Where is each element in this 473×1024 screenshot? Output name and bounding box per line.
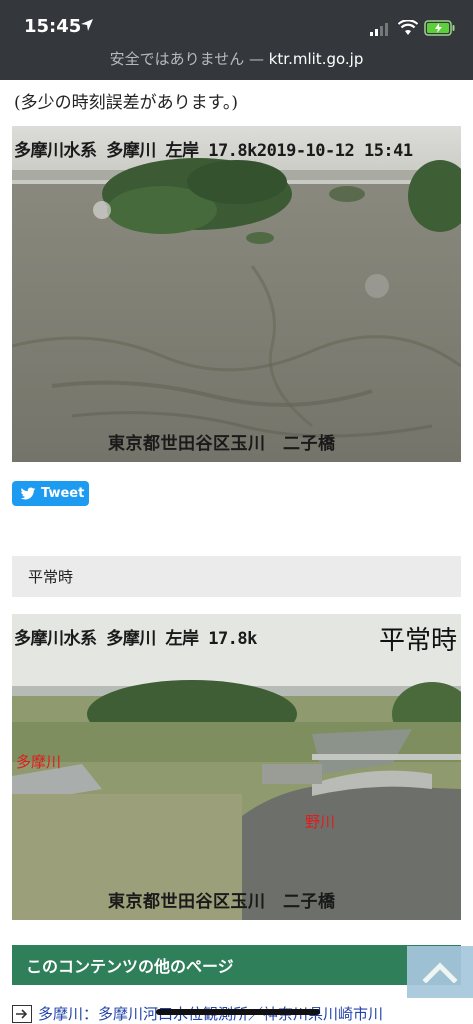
location-arrow-icon	[81, 19, 93, 31]
signal-icon	[370, 23, 388, 36]
wifi-icon	[398, 20, 418, 35]
browser-top-bar: 15:45 安全ではありません — ktr.mlit.go.jp	[0, 0, 473, 80]
camera-location-text: 東京都世田谷区玉川 二子橋	[108, 434, 336, 454]
tamagawa-label: 多摩川	[16, 753, 62, 771]
normal-scene	[12, 614, 461, 920]
chevron-up-icon	[422, 962, 458, 983]
security-warning: 安全ではありません —	[109, 50, 269, 68]
camera-location-text: 東京都世田谷区玉川 二子橋	[108, 892, 336, 912]
twitter-bird-icon	[20, 487, 36, 499]
normal-section-heading: 平常時	[12, 556, 461, 597]
live-camera-image: 多摩川水系 多摩川 左岸 17.8k2019-10-12 15:41 東京都世田…	[12, 126, 461, 462]
normal-camera-image: 多摩川水系 多摩川 左岸 17.8k 平常時 多摩川 野川 東京都世田谷区玉川 …	[12, 614, 461, 920]
home-indicator	[156, 1009, 320, 1015]
normal-tag: 平常時	[378, 626, 457, 656]
address-bar[interactable]: 安全ではありません — ktr.mlit.go.jp	[0, 48, 473, 69]
tweet-label: Tweet	[41, 486, 85, 501]
url-host: ktr.mlit.go.jp	[268, 50, 364, 68]
scroll-to-top-button[interactable]	[407, 946, 473, 998]
battery-icon	[424, 20, 455, 36]
camera-header-text: 多摩川水系 多摩川 左岸 17.8k2019-10-12 15:41	[14, 141, 413, 161]
flood-scene	[12, 126, 461, 462]
time-error-note: (多少の時刻誤差があります。)	[14, 93, 239, 113]
normal-section-title: 平常時	[28, 568, 74, 586]
other-pages-heading: このコンテンツの他のページ	[12, 945, 461, 985]
tweet-button[interactable]: Tweet	[12, 481, 89, 506]
status-time: 15:45	[24, 16, 82, 37]
nogawa-label: 野川	[305, 813, 336, 831]
other-pages-title: このコンテンツの他のページ	[26, 957, 234, 976]
camera-header-text: 多摩川水系 多摩川 左岸 17.8k	[14, 629, 257, 649]
arrow-right-icon	[12, 1004, 32, 1023]
